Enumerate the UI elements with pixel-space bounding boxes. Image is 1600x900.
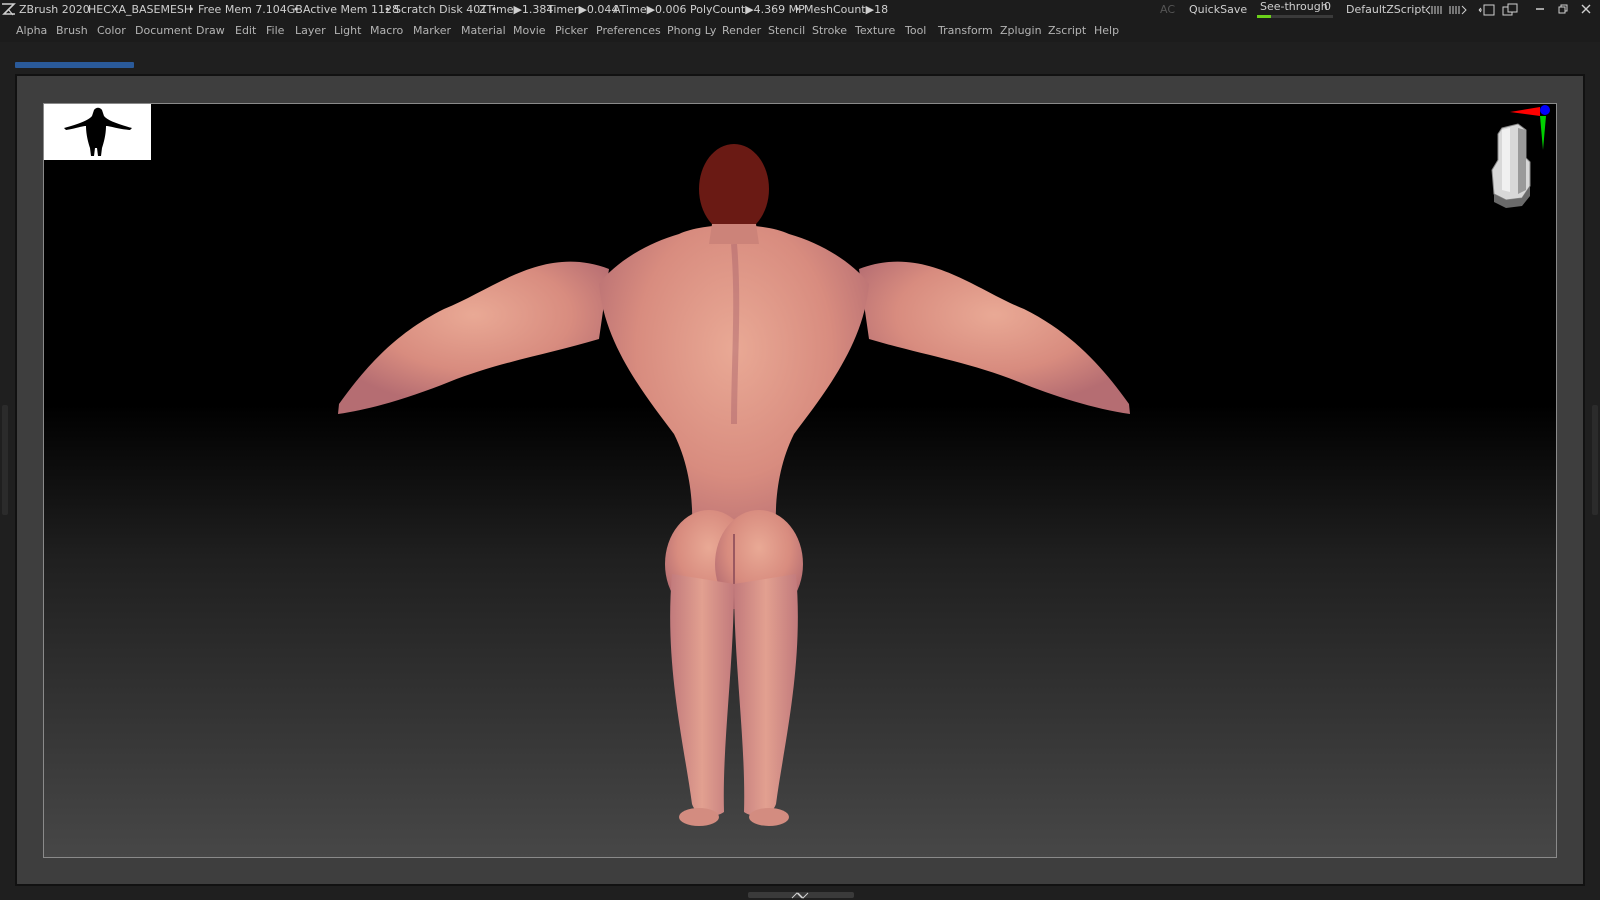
menu-zscript[interactable]: Zscript [1048, 20, 1086, 42]
title-bar: ZBrush 2020 HECXA_BASEMESH • Free Mem 7.… [0, 0, 1600, 20]
minimize-icon[interactable] [1535, 4, 1545, 14]
menu-alpha[interactable]: Alpha [16, 20, 47, 42]
menu-stencil[interactable]: Stencil [768, 20, 805, 42]
ac-button[interactable]: AC [1160, 0, 1175, 20]
menu-marker[interactable]: Marker [413, 20, 451, 42]
document-name: HECXA_BASEMESH [88, 3, 193, 16]
menu-picker[interactable]: Picker [555, 20, 588, 42]
see-through-level-indicator [1257, 15, 1271, 18]
meshcount-stat: • MeshCount▶18 [794, 3, 889, 16]
layout-swap-icon[interactable] [1502, 3, 1520, 17]
menu-stroke[interactable]: Stroke [812, 20, 847, 42]
menu-expand-icon[interactable] [1449, 4, 1467, 16]
menu-document[interactable]: Document [135, 20, 192, 42]
menu-bar: Alpha Brush Color Document Draw Edit Fil… [0, 20, 1600, 42]
active-tab-indicator[interactable] [15, 62, 134, 68]
menu-zplugin[interactable]: Zplugin [1000, 20, 1042, 42]
menu-help[interactable]: Help [1094, 20, 1119, 42]
model-silhouette-icon [64, 107, 132, 156]
model-render [338, 144, 1130, 826]
model-thumbnail [44, 104, 151, 160]
atime-stat: ATime▶0.006 [613, 3, 687, 16]
quicksave-button[interactable]: QuickSave [1189, 0, 1247, 20]
menu-texture[interactable]: Texture [855, 20, 895, 42]
menu-color[interactable]: Color [97, 20, 126, 42]
menu-render[interactable]: Render [722, 20, 761, 42]
menu-macro[interactable]: Macro [370, 20, 403, 42]
menu-transform[interactable]: Transform [938, 20, 993, 42]
chevron-up-down-icon[interactable] [790, 890, 810, 900]
free-mem-stat: • Free Mem 7.104GB [188, 3, 303, 16]
polycount-stat: PolyCount▶4.369 MP [690, 3, 805, 16]
menu-light[interactable]: Light [334, 20, 361, 42]
timer-stat: Timer▶0.044 [547, 3, 619, 16]
left-tray-handle[interactable] [2, 405, 8, 515]
top-shelf [0, 42, 1600, 74]
ztime-stat: ZTime▶1.384 [479, 3, 554, 16]
close-icon[interactable] [1581, 4, 1591, 14]
menu-phong-ly[interactable]: Phong Ly [667, 20, 716, 42]
menu-preferences[interactable]: Preferences [596, 20, 661, 42]
navigation-cube-icon[interactable] [1470, 100, 1560, 215]
restore-icon[interactable] [1558, 4, 1568, 14]
menu-draw[interactable]: Draw [196, 20, 225, 42]
menu-collapse-icon[interactable] [1425, 4, 1443, 16]
menu-tool[interactable]: Tool [905, 20, 926, 42]
layout-copy-icon[interactable] [1478, 3, 1496, 17]
menu-material[interactable]: Material [461, 20, 506, 42]
menu-edit[interactable]: Edit [235, 20, 256, 42]
see-through-slider[interactable] [1271, 15, 1333, 18]
menu-layer[interactable]: Layer [295, 20, 326, 42]
menu-movie[interactable]: Movie [513, 20, 546, 42]
menu-file[interactable]: File [266, 20, 284, 42]
menu-brush[interactable]: Brush [56, 20, 88, 42]
right-tray-handle[interactable] [1592, 405, 1598, 515]
app-title: ZBrush 2020 [19, 3, 90, 16]
zbrush-logo-icon[interactable] [1, 2, 16, 17]
default-zscript-button[interactable]: DefaultZScript [1346, 0, 1426, 20]
viewport-canvas[interactable] [43, 103, 1557, 858]
